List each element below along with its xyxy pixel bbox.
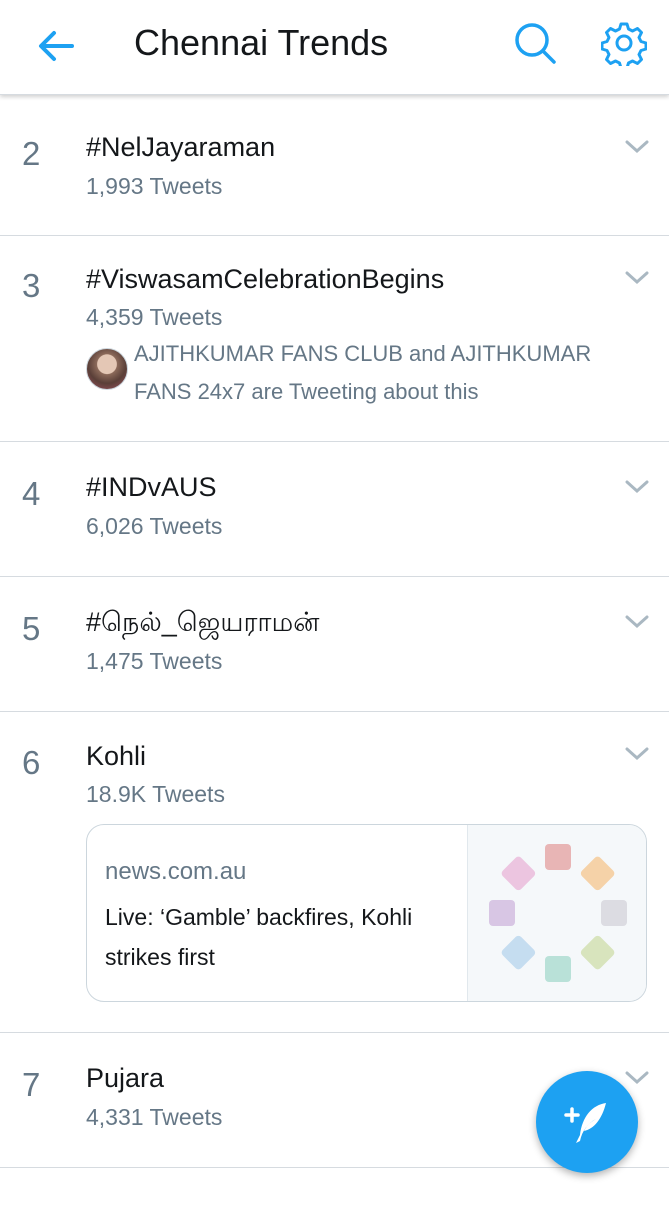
trend-rank: 5 [22, 610, 41, 647]
tweet-count: 4,331 Tweets [86, 1104, 223, 1130]
trend-rank: 7 [22, 1066, 41, 1103]
trend-rank: 2 [22, 135, 41, 172]
search-button[interactable] [512, 20, 558, 66]
trend-item-6[interactable]: 6 Kohli 18.9K Tweets news.com.au Live: ‘… [0, 712, 669, 1033]
trend-name: #ViswasamCelebrationBegins [86, 264, 445, 294]
trend-name: #INDvAUS [86, 472, 217, 502]
trends-list: 2 #NelJayaraman 1,993 Tweets 3 #Viswasam… [0, 102, 669, 1208]
page-title: Chennai Trends [134, 22, 389, 63]
chevron-down-icon[interactable] [624, 138, 650, 156]
trend-name: #நெல்_ஜெயராமன் [86, 607, 320, 637]
card-headline: Live: ‘Gamble’ backfires, Kohli strikes … [105, 904, 413, 970]
trend-item-8-partial[interactable] [0, 1168, 669, 1208]
compose-tweet-button[interactable] [536, 1071, 638, 1173]
gear-icon [600, 22, 648, 70]
arrow-left-icon [39, 31, 74, 61]
search-icon [515, 23, 556, 64]
chevron-down-icon[interactable] [624, 613, 650, 631]
top-bar: Chennai Trends [0, 0, 669, 95]
news-card[interactable]: news.com.au Live: ‘Gamble’ backfires, Ko… [86, 824, 647, 1002]
trend-name: Kohli [86, 741, 147, 771]
avatar [86, 348, 128, 390]
back-button[interactable] [34, 24, 78, 68]
tweet-count: 18.9K Tweets [86, 781, 225, 807]
trend-item-2[interactable]: 2 #NelJayaraman 1,993 Tweets [0, 102, 669, 236]
trend-name: #NelJayaraman [86, 132, 276, 162]
trend-rank: 4 [22, 475, 41, 512]
tweet-count: 6,026 Tweets [86, 513, 223, 539]
tweet-count: 1,475 Tweets [86, 648, 223, 674]
trend-name: Pujara [86, 1063, 165, 1093]
trend-item-4[interactable]: 4 #INDvAUS 6,026 Tweets [0, 442, 669, 577]
tweet-count: 4,359 Tweets [86, 304, 223, 330]
card-domain: news.com.au [105, 858, 247, 885]
social-context-text: AJITHKUMAR FANS CLUB and AJITHKUMAR FANS… [134, 341, 592, 404]
tweet-count: 1,993 Tweets [86, 173, 223, 199]
settings-button[interactable] [600, 20, 648, 70]
chevron-down-icon[interactable] [624, 745, 650, 763]
trend-rank: 3 [22, 267, 41, 304]
card-thumbnail-loading [467, 825, 646, 1001]
chevron-down-icon[interactable] [624, 269, 650, 287]
trend-item-5[interactable]: 5 #நெல்_ஜெயராமன் 1,475 Tweets [0, 577, 669, 712]
trend-item-3[interactable]: 3 #ViswasamCelebrationBegins 4,359 Tweet… [0, 236, 669, 442]
chevron-down-icon[interactable] [624, 478, 650, 496]
chevron-down-icon[interactable] [624, 1069, 650, 1087]
loading-spinner-icon [489, 844, 627, 982]
trend-rank: 6 [22, 744, 41, 781]
compose-tweet-icon [564, 1103, 606, 1143]
